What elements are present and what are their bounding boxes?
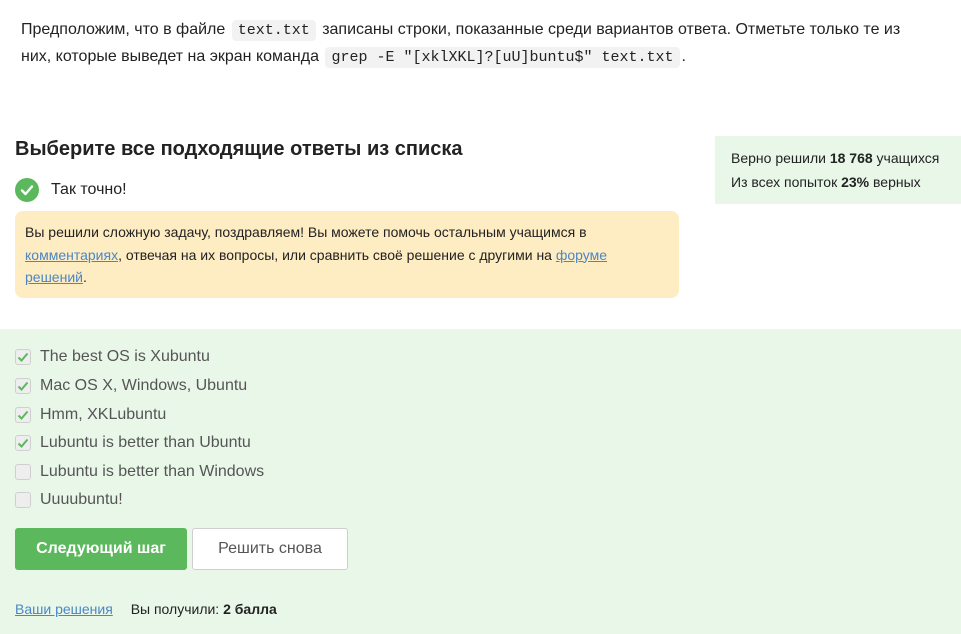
checkbox-0[interactable] [15,349,31,365]
question-part-1: Предположим, что в файле [21,21,226,38]
solved-suffix: учащихся [876,150,940,166]
stats-panel: Верно решили 18 768 учащихся Из всех поп… [715,136,961,204]
solved-count: 18 768 [829,150,873,166]
solved-stat: Верно решили 18 768 учащихся [731,146,945,170]
option-2[interactable]: Hmm, XKLubuntu [15,406,166,424]
notice-text-1: Вы решили сложную задачу, поздравляем! В… [25,224,587,240]
comments-link[interactable]: комментариях [25,247,118,263]
option-label: Hmm, XKLubuntu [40,406,167,423]
option-label: Uuuubuntu! [40,491,123,508]
question-part-3: . [681,48,686,65]
retry-button[interactable]: Решить снова [192,528,348,570]
check-circle-icon [15,178,39,202]
checkmark-icon [17,352,29,362]
option-3[interactable]: Lubuntu is better than Ubuntu [15,434,251,452]
checkmark-icon [17,381,29,391]
checkbox-4[interactable] [15,464,31,480]
solved-prefix: Верно решили [731,150,826,166]
attempts-percent: 23% [841,174,870,190]
checkbox-2[interactable] [15,407,31,423]
attempts-prefix: Из всех попыток [731,174,838,190]
option-label: Lubuntu is better than Ubuntu [40,434,251,451]
notice-text-3: . [82,269,87,285]
checkbox-1[interactable] [15,378,31,394]
next-step-button[interactable]: Следующий шаг [15,528,187,570]
answers-panel: The best OS is Xubuntu Mac OS X, Windows… [0,329,961,634]
option-4[interactable]: Lubuntu is better than Windows [15,463,264,481]
score-prefix: Вы получили: [130,601,220,617]
congrats-notice: Вы решили сложную задачу, поздравляем! В… [15,211,679,298]
option-label: Mac OS X, Windows, Ubuntu [40,377,248,394]
checkbox-3[interactable] [15,435,31,451]
task-title: Выберите все подходящие ответы из списка [15,138,463,160]
your-solutions-link[interactable]: Ваши решения [15,601,113,617]
attempts-suffix: верных [873,174,921,190]
option-label: The best OS is Xubuntu [40,348,210,365]
checkbox-5[interactable] [15,492,31,508]
option-0[interactable]: The best OS is Xubuntu [15,348,210,366]
checkmark-icon [17,410,29,420]
option-label: Lubuntu is better than Windows [40,463,265,480]
checkmark-icon [17,438,29,448]
file-name-code: text.txt [231,20,316,41]
result-status: Так точно! [15,178,127,202]
result-text: Так точно! [51,181,127,198]
footer-bar: Ваши решения Вы получили: 2 балла [15,601,277,617]
question-text: Предположим, что в файле text.txt записа… [21,17,921,71]
notice-text-2: , отвечая на их вопросы, или сравнить св… [118,246,552,263]
option-5[interactable]: Uuuubuntu! [15,491,123,509]
option-1[interactable]: Mac OS X, Windows, Ubuntu [15,377,247,395]
attempts-stat: Из всех попыток 23% верных [731,170,945,194]
grep-command-code: grep -E "[xklXKL]?[uU]buntu$" text.txt [325,47,680,68]
score-value: 2 балла [223,601,277,617]
